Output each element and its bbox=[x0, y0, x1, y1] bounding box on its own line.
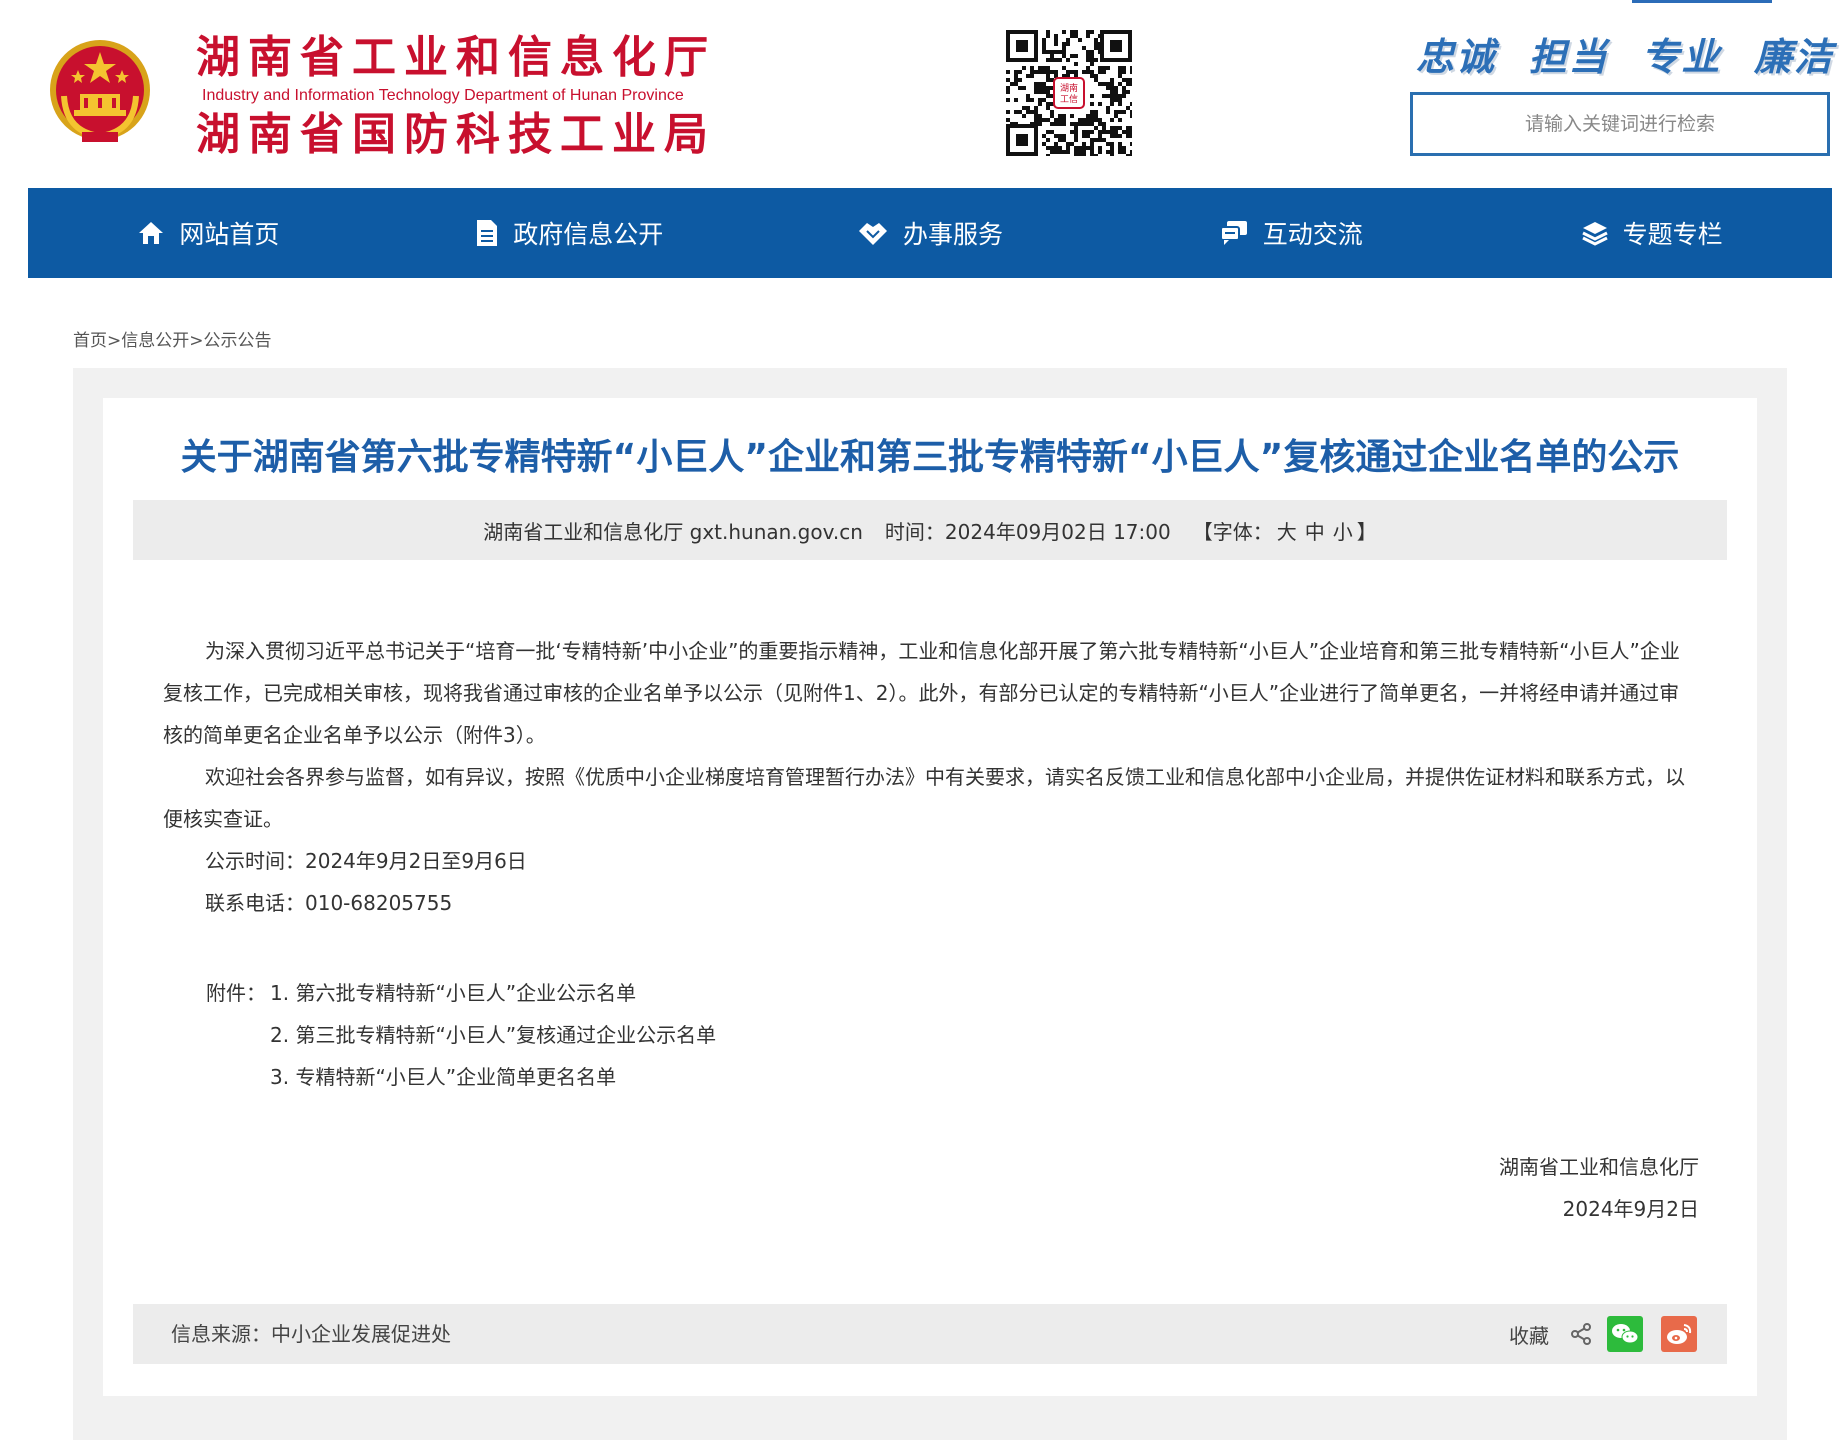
collect-button[interactable]: 收藏 bbox=[1509, 1320, 1549, 1349]
article-paragraph: 公示时间：2024年9月2日至9月6日 bbox=[205, 849, 527, 873]
attachment-link[interactable]: 3. 专精特新“小巨人”企业简单更名名单 bbox=[270, 1056, 716, 1098]
share-icon[interactable] bbox=[1569, 1322, 1593, 1346]
slogan-word: 廉洁 bbox=[1753, 35, 1834, 79]
signature: 湖南省工业和信息化厅 2024年9月2日 bbox=[1499, 1146, 1699, 1230]
main-nav: 网站首页 政府信息公开 办事服务 互动交流 专题专栏 bbox=[28, 188, 1832, 278]
layers-icon bbox=[1581, 222, 1608, 246]
slogan-word: 专业 bbox=[1641, 35, 1722, 79]
nav-item-label: 专题专栏 bbox=[1622, 220, 1723, 249]
article-meta: 湖南省工业和信息化厅 gxt.hunan.gov.cn 时间：2024年09月0… bbox=[133, 500, 1727, 560]
nav-item-topics[interactable]: 专题专栏 bbox=[1471, 188, 1832, 278]
search-box[interactable] bbox=[1410, 92, 1830, 156]
font-size-suffix: 】 bbox=[1356, 519, 1377, 544]
weibo-share-button[interactable] bbox=[1661, 1316, 1697, 1352]
nav-item-label: 网站首页 bbox=[179, 220, 280, 249]
article-time: 时间：2024年09月02日 17:00 bbox=[884, 519, 1171, 544]
article-paragraph: 为深入贯彻习近平总书记关于“培育一批‘专精特新’中小企业”的重要指示精神，工业和… bbox=[163, 639, 1680, 747]
home-icon bbox=[139, 222, 164, 244]
svg-text:工信: 工信 bbox=[1060, 93, 1078, 105]
font-size-small-button[interactable]: 小 bbox=[1333, 516, 1353, 545]
wechat-share-button[interactable] bbox=[1607, 1316, 1643, 1352]
site-subtitle-cn: 湖南省国防科技工业局 bbox=[196, 109, 716, 160]
info-source: 信息来源：中小企业发展促进处 bbox=[171, 1322, 451, 1346]
nav-item-label: 互动交流 bbox=[1262, 220, 1363, 249]
site-title-block: 湖南省工业和信息化厅 Industry and Information Tech… bbox=[196, 28, 756, 164]
signature-date: 2024年9月2日 bbox=[1562, 1197, 1699, 1221]
handshake-icon bbox=[858, 223, 887, 245]
font-size-large-button[interactable]: 大 bbox=[1277, 516, 1297, 545]
chat-icon bbox=[1219, 221, 1247, 245]
article-body: 为深入贯彻习近平总书记关于“培育一批‘专精特新’中小企业”的重要指示精神，工业和… bbox=[163, 630, 1699, 924]
attachments-list: 1. 第六批专精特新“小巨人”企业公示名单 2. 第三批专精特新“小巨人”复核通… bbox=[270, 972, 716, 1098]
wechat-icon bbox=[1612, 1324, 1639, 1344]
qrcode-logo-text: 湖南 bbox=[1060, 82, 1078, 94]
nav-item-home[interactable]: 网站首页 bbox=[28, 188, 389, 278]
nav-item-label: 办事服务 bbox=[902, 220, 1003, 249]
article-paragraph: 联系电话：010-68205755 bbox=[205, 891, 453, 915]
article-card: 关于湖南省第六批专精特新“小巨人”企业和第三批专精特新“小巨人”复核通过企业名单… bbox=[103, 398, 1757, 1396]
attachment-link[interactable]: 2. 第三批专精特新“小巨人”复核通过企业公示名单 bbox=[270, 1014, 716, 1056]
breadcrumb[interactable]: 首页>信息公开>公示公告 bbox=[73, 326, 272, 351]
signature-org: 湖南省工业和信息化厅 bbox=[1499, 1155, 1699, 1179]
font-size-medium-button[interactable]: 中 bbox=[1305, 516, 1325, 545]
document-icon bbox=[477, 220, 498, 246]
info-source-bar: 信息来源：中小企业发展促进处 收藏 bbox=[133, 1304, 1727, 1364]
article-source-site: 湖南省工业和信息化厅 gxt.hunan.gov.cn bbox=[483, 519, 863, 544]
search-input[interactable] bbox=[1413, 95, 1827, 153]
slogan-word: 担当 bbox=[1528, 35, 1609, 79]
share-tools: 收藏 bbox=[1509, 1314, 1697, 1354]
weibo-icon bbox=[1667, 1324, 1692, 1344]
font-size-prefix: 【字体： bbox=[1192, 519, 1273, 544]
site-title-en: Industry and Information Technology Depa… bbox=[202, 87, 684, 104]
nav-item-label: 政府信息公开 bbox=[513, 220, 664, 249]
top-accent-bar bbox=[1632, 0, 1772, 3]
attachment-link[interactable]: 1. 第六批专精特新“小巨人”企业公示名单 bbox=[270, 972, 716, 1014]
slogan: 忠诚 担当 专业 廉洁 bbox=[1416, 26, 1834, 81]
article-title: 关于湖南省第六批专精特新“小巨人”企业和第三批专精特新“小巨人”复核通过企业名单… bbox=[180, 437, 1680, 478]
attachments-label: 附件： bbox=[206, 981, 266, 1005]
site-header: 湖南省工业和信息化厅 Industry and Information Tech… bbox=[0, 0, 1843, 188]
slogan-word: 忠诚 bbox=[1416, 35, 1497, 79]
site-title-cn: 湖南省工业和信息化厅 bbox=[196, 32, 716, 83]
article-paragraph: 欢迎社会各界参与监督，如有异议，按照《优质中小企业梯度培育管理暂行办法》中有关要… bbox=[163, 765, 1685, 831]
qrcode-icon: 湖南 工信 bbox=[1006, 30, 1132, 156]
nav-item-services[interactable]: 办事服务 bbox=[750, 188, 1111, 278]
national-emblem-icon bbox=[50, 40, 150, 142]
nav-item-gov-info[interactable]: 政府信息公开 bbox=[389, 188, 750, 278]
nav-item-interaction[interactable]: 互动交流 bbox=[1110, 188, 1471, 278]
